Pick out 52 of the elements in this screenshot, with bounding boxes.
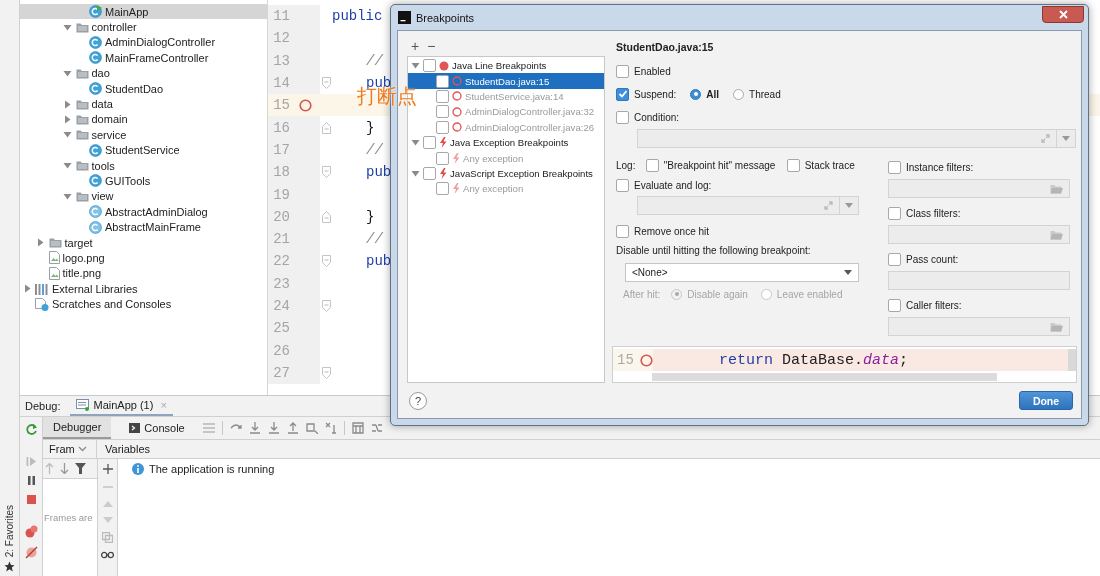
line-number: 26 xyxy=(272,342,290,359)
radio-label: All xyxy=(706,88,720,100)
line-number: 11 xyxy=(272,8,290,25)
panel-label: Debug: xyxy=(25,400,61,412)
code-line: } xyxy=(366,119,375,136)
line-number: 15 xyxy=(272,97,290,114)
line-number: 16 xyxy=(272,119,290,136)
line-number: 22 xyxy=(272,253,290,270)
checkbox-label: Evaluate and log: xyxy=(634,179,712,191)
status-message: The application is running xyxy=(149,463,275,475)
frames-header: Fram xyxy=(49,443,75,455)
radio-label: Leave enabled xyxy=(776,288,843,300)
line-number: 25 xyxy=(272,320,290,337)
empty-message: Frames are xyxy=(44,512,93,523)
line-number: 23 xyxy=(272,275,290,292)
line-number: 20 xyxy=(272,208,290,225)
checkbox-label: Condition: xyxy=(634,111,680,123)
line-number: 15 xyxy=(617,352,634,368)
code-line: public xyxy=(332,8,383,25)
checkbox-label: Remove once hit xyxy=(634,225,710,237)
line-number: 17 xyxy=(272,141,290,158)
field-label: After hit: xyxy=(623,288,661,300)
checkbox-label: "Breakpoint hit" message xyxy=(663,159,776,171)
log-label: Log: xyxy=(616,159,636,171)
radio-label: Thread xyxy=(749,88,781,100)
checkbox-label: Stack trace xyxy=(804,159,855,171)
line-number: 24 xyxy=(272,298,290,314)
line-number: 21 xyxy=(272,231,290,248)
line-number: 14 xyxy=(272,75,290,92)
checkbox-label: Instance filters: xyxy=(906,161,974,173)
code-line: pub xyxy=(366,253,392,270)
code-line: return DataBase.data; xyxy=(719,351,909,369)
line-number: 18 xyxy=(272,164,290,181)
code-line: pub xyxy=(366,164,392,181)
line-number: 12 xyxy=(272,30,290,47)
breakpoint-title: StudentDao.java:15 xyxy=(616,41,714,53)
code-line: // xyxy=(366,52,383,69)
code-line: // xyxy=(366,231,383,248)
line-number: 27 xyxy=(272,364,290,381)
checkbox-label: Caller filters: xyxy=(906,299,962,311)
variables-header: Variables xyxy=(105,443,151,455)
checkbox-label: Suspend: xyxy=(634,88,677,100)
line-number: 19 xyxy=(272,186,290,203)
code-line: // xyxy=(366,141,383,158)
checkbox-label: Class filters: xyxy=(906,207,961,219)
checkbox-label: Pass count: xyxy=(906,253,959,265)
code-line: } xyxy=(366,208,375,225)
radio-label: Disable again xyxy=(687,288,748,300)
field-label: Disable until hitting the following breakpoint: xyxy=(616,244,811,256)
checkbox-label: Enabled xyxy=(634,65,671,77)
dialog-title: Breakpoints xyxy=(416,11,476,24)
line-number: 13 xyxy=(272,52,290,69)
